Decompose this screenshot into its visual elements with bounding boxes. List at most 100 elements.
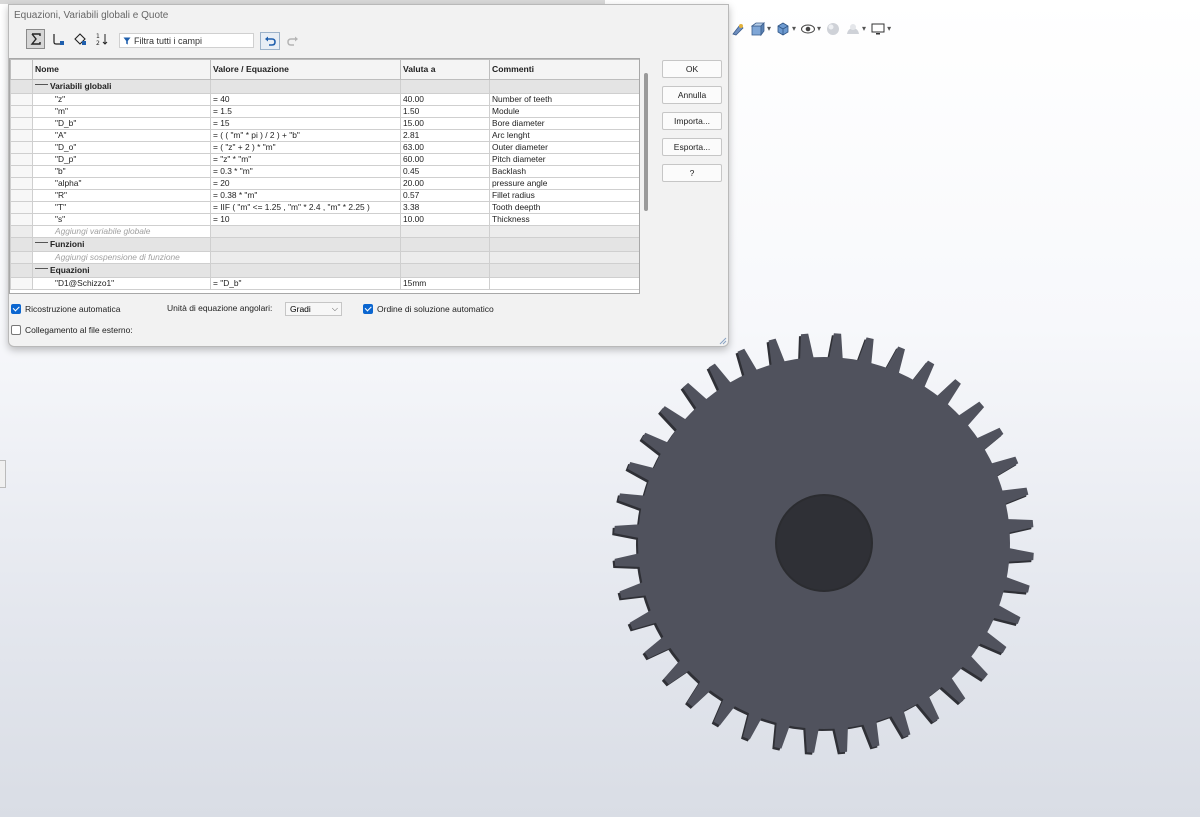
group-row-equations[interactable]: Equazioni [10, 263, 639, 278]
view-orientation-icon[interactable]: ▾ [750, 19, 771, 39]
cell-value[interactable]: = 0.38 * "m" [210, 189, 401, 202]
column-header-value[interactable]: Valore / Equazione [210, 59, 401, 80]
row-selector[interactable] [10, 201, 33, 214]
cell-value[interactable]: = 20 [210, 177, 401, 190]
table-row[interactable]: "b" = 0.3 * "m" 0.45 Backlash [10, 165, 639, 178]
row-selector[interactable] [10, 263, 33, 278]
cell-name[interactable]: "D_p" [32, 153, 211, 166]
ordered-view-button[interactable]: 12 [92, 29, 111, 49]
cell-name[interactable]: "m" [32, 105, 211, 118]
add-global-variable-cell[interactable]: Aggiungi variabile globale [32, 225, 211, 238]
collapse-icon[interactable] [35, 268, 48, 276]
group-row-functions[interactable]: Funzioni [10, 237, 639, 252]
column-header-name[interactable]: Nome [32, 59, 211, 80]
table-row[interactable]: "A" = ( ( "m" * pi ) / 2 ) + "b" 2.81 Arc l… [10, 129, 639, 142]
chevron-down-icon[interactable]: ▾ [817, 25, 821, 33]
equation-view-button[interactable] [26, 29, 45, 49]
cell-name[interactable]: "D1@Schizzo1" [32, 277, 211, 290]
cell-value[interactable]: = 0.3 * "m" [210, 165, 401, 178]
display-style-icon[interactable]: ▾ [775, 19, 796, 39]
cell-name[interactable]: "alpha" [32, 177, 211, 190]
view-settings-icon[interactable]: ▾ [870, 19, 891, 39]
edit-appearance-icon[interactable] [825, 19, 841, 39]
gear-model[interactable] [608, 327, 1040, 759]
cell-value[interactable]: = ( ( "m" * pi ) / 2 ) + "b" [210, 129, 401, 142]
redo-button[interactable] [284, 33, 302, 49]
panel-collapse-handle[interactable] [0, 460, 6, 488]
cell-value[interactable]: = 40 [210, 93, 401, 106]
table-row[interactable]: "s" = 10 10.00 Thickness [10, 213, 639, 226]
group-label[interactable]: Equazioni [32, 263, 211, 278]
import-button[interactable]: Importa... [662, 112, 722, 130]
cell-comment[interactable]: Arc lenght [489, 129, 639, 142]
link-external-option[interactable]: Collegamento al file esterno: [11, 325, 133, 335]
export-button[interactable]: Esporta... [662, 138, 722, 156]
link-external-checkbox[interactable] [11, 325, 21, 335]
cell-comment[interactable]: Backlash [489, 165, 639, 178]
section-view-icon[interactable] [730, 19, 746, 39]
table-row[interactable]: "D_o" = ( "z" + 2 ) * "m" 63.00 Outer diame… [10, 141, 639, 154]
cell-name[interactable]: "T" [32, 201, 211, 214]
row-selector[interactable] [10, 105, 33, 118]
chevron-down-icon[interactable]: ▾ [862, 25, 866, 33]
cell-value[interactable]: = "z" * "m" [210, 153, 401, 166]
collapse-icon[interactable] [35, 242, 48, 250]
row-selector[interactable] [10, 117, 33, 130]
table-row[interactable]: "R" = 0.38 * "m" 0.57 Fillet radius [10, 189, 639, 202]
column-header-comment[interactable]: Commenti [489, 59, 639, 80]
cell-comment[interactable]: Tooth deepth [489, 201, 639, 214]
table-row[interactable]: "D_p" = "z" * "m" 60.00 Pitch diameter [10, 153, 639, 166]
table-row[interactable]: "m" = 1.5 1.50 Module [10, 105, 639, 118]
sketch-equation-view-button[interactable] [48, 29, 67, 49]
group-label[interactable]: Funzioni [32, 237, 211, 252]
cell-comment[interactable]: Bore diameter [489, 117, 639, 130]
row-selector[interactable] [10, 93, 33, 106]
cell-comment[interactable]: Module [489, 105, 639, 118]
cell-value[interactable]: = 10 [210, 213, 401, 226]
hide-show-icon[interactable]: ▾ [800, 19, 821, 39]
auto-solve-order-checkbox[interactable] [363, 304, 373, 314]
table-row[interactable]: "T" = IIF ( "m" <= 1.25 , "m" * 2.4 , "m"… [10, 201, 639, 214]
row-selector[interactable] [10, 141, 33, 154]
row-selector[interactable] [10, 153, 33, 166]
row-selector[interactable] [10, 225, 33, 238]
cell-comment[interactable]: Outer diameter [489, 141, 639, 154]
cell-value[interactable]: = "D_b" [210, 277, 401, 290]
table-row[interactable]: "D1@Schizzo1" = "D_b" 15mm [10, 277, 639, 290]
add-function-row[interactable]: Aggiungi sospensione di funzione [10, 251, 639, 264]
chevron-down-icon[interactable]: ▾ [767, 25, 771, 33]
row-selector[interactable] [10, 213, 33, 226]
cell-value[interactable]: = IIF ( "m" <= 1.25 , "m" * 2.4 , "m" * … [210, 201, 401, 214]
cell-comment[interactable]: Fillet radius [489, 189, 639, 202]
cell-value[interactable]: = 15 [210, 117, 401, 130]
row-selector[interactable] [10, 129, 33, 142]
group-label[interactable]: Variabili globali [32, 79, 211, 94]
dimension-view-button[interactable] [70, 29, 89, 49]
auto-rebuild-option[interactable]: Ricostruzione automatica [11, 304, 120, 314]
row-selector[interactable] [10, 237, 33, 252]
auto-rebuild-checkbox[interactable] [11, 304, 21, 314]
table-row[interactable]: "D_b" = 15 15.00 Bore diameter [10, 117, 639, 130]
cell-name[interactable]: "D_b" [32, 117, 211, 130]
group-row-global-variables[interactable]: Variabili globali [10, 79, 639, 94]
table-scrollbar[interactable] [644, 73, 648, 211]
cell-name[interactable]: "s" [32, 213, 211, 226]
cell-comment[interactable]: Pitch diameter [489, 153, 639, 166]
cancel-button[interactable]: Annulla [662, 86, 722, 104]
help-button[interactable]: ? [662, 164, 722, 182]
row-selector[interactable] [10, 189, 33, 202]
cell-name[interactable]: "R" [32, 189, 211, 202]
cell-value[interactable]: = 1.5 [210, 105, 401, 118]
ok-button[interactable]: OK [662, 60, 722, 78]
cell-comment[interactable]: Thickness [489, 213, 639, 226]
cell-comment[interactable] [489, 277, 639, 290]
row-selector[interactable] [10, 165, 33, 178]
chevron-down-icon[interactable]: ▾ [887, 25, 891, 33]
undo-button[interactable] [260, 32, 280, 50]
collapse-icon[interactable] [35, 84, 48, 92]
column-header-eval[interactable]: Valuta a [400, 59, 490, 80]
apply-scene-icon[interactable]: ▾ [845, 19, 866, 39]
filter-field[interactable]: Filtra tutti i campi [119, 33, 254, 48]
cell-comment[interactable]: Number of teeth [489, 93, 639, 106]
angular-units-select[interactable]: Gradi ⌵ [285, 302, 342, 316]
